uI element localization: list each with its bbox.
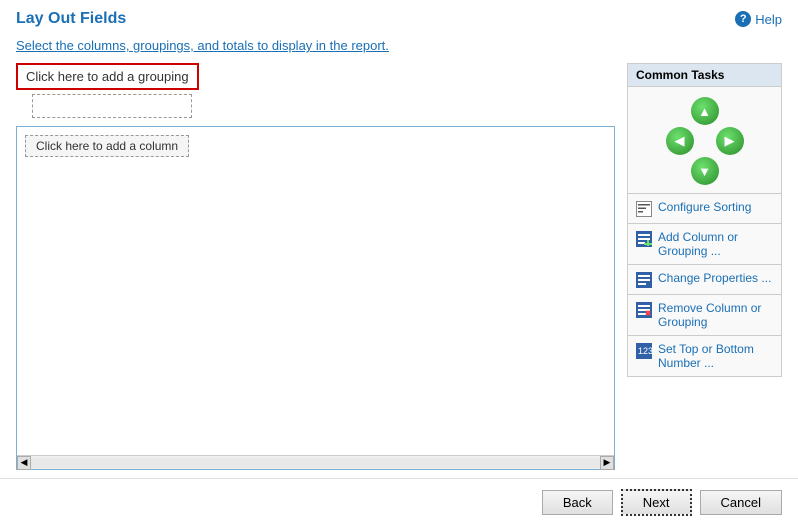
remove-column-icon [636,302,652,318]
add-column-button[interactable]: Click here to add a column [25,135,189,157]
grouping-placeholder [32,94,192,118]
main-content: Click here to add a grouping Click here … [0,63,798,470]
scroll-left-arrow[interactable]: ◀ [17,456,31,470]
task-add-column-label: Add Column or Grouping ... [658,230,773,258]
back-button[interactable]: Back [542,490,613,515]
scroll-right-arrow[interactable]: ▶ [600,456,614,470]
task-change-properties[interactable]: Change Properties ... [628,265,781,295]
nav-right-arrow[interactable]: ▶ [716,127,744,155]
arrow-row-bottom: ▼ [691,157,719,185]
desc-text-after: in the report. [312,38,389,53]
help-icon: ? [735,11,751,27]
column-area: Click here to add a column ◀ ▶ [16,126,615,470]
nav-up-arrow[interactable]: ▲ [691,97,719,125]
footer: Back Next Cancel [0,478,798,526]
task-change-properties-label: Change Properties ... [658,271,771,285]
task-configure-sorting[interactable]: Configure Sorting [628,194,781,224]
task-add-column[interactable]: Add Column or Grouping ... [628,224,781,265]
next-button[interactable]: Next [621,489,692,516]
column-area-inner: Click here to add a column [17,127,614,455]
description: Select the columns, groupings, and total… [0,34,798,63]
arrow-row-top: ▲ [691,97,719,125]
add-grouping-button[interactable]: Click here to add a grouping [16,63,199,90]
common-tasks-box: Common Tasks ▲ ◀ ▶ ▼ [627,63,782,377]
task-remove-column-label: Remove Column or Grouping [658,301,773,329]
right-panel: Common Tasks ▲ ◀ ▶ ▼ [627,63,782,470]
header: Lay Out Fields ? Help [0,0,798,34]
cancel-button[interactable]: Cancel [700,490,782,515]
common-tasks-title: Common Tasks [628,64,781,87]
desc-text-before: Select the columns, groupings, and total… [16,38,272,53]
svg-text:3: 3 [648,346,652,356]
add-column-icon [636,231,652,247]
arrow-row-middle: ◀ ▶ [666,127,744,155]
nav-left-arrow[interactable]: ◀ [666,127,694,155]
arrow-navigation: ▲ ◀ ▶ ▼ [628,87,781,194]
task-configure-sorting-label: Configure Sorting [658,200,751,214]
nav-down-arrow[interactable]: ▼ [691,157,719,185]
left-panel: Click here to add a grouping Click here … [16,63,615,470]
desc-link[interactable]: display [272,38,312,53]
task-remove-column[interactable]: Remove Column or Grouping [628,295,781,336]
change-properties-icon [636,272,652,288]
sort-icon [636,201,652,217]
column-scrollbar: ◀ ▶ [17,455,614,469]
help-link[interactable]: ? Help [735,11,782,27]
help-label: Help [755,12,782,27]
scrollbar-track[interactable] [31,458,600,468]
set-top-bottom-icon: 1 2 3 [636,343,652,359]
grouping-area: Click here to add a grouping [16,63,615,122]
page-title: Lay Out Fields [16,10,126,28]
task-set-top-bottom-label: Set Top or Bottom Number ... [658,342,773,370]
task-set-top-bottom[interactable]: 1 2 3 Set Top or Bottom Number ... [628,336,781,376]
